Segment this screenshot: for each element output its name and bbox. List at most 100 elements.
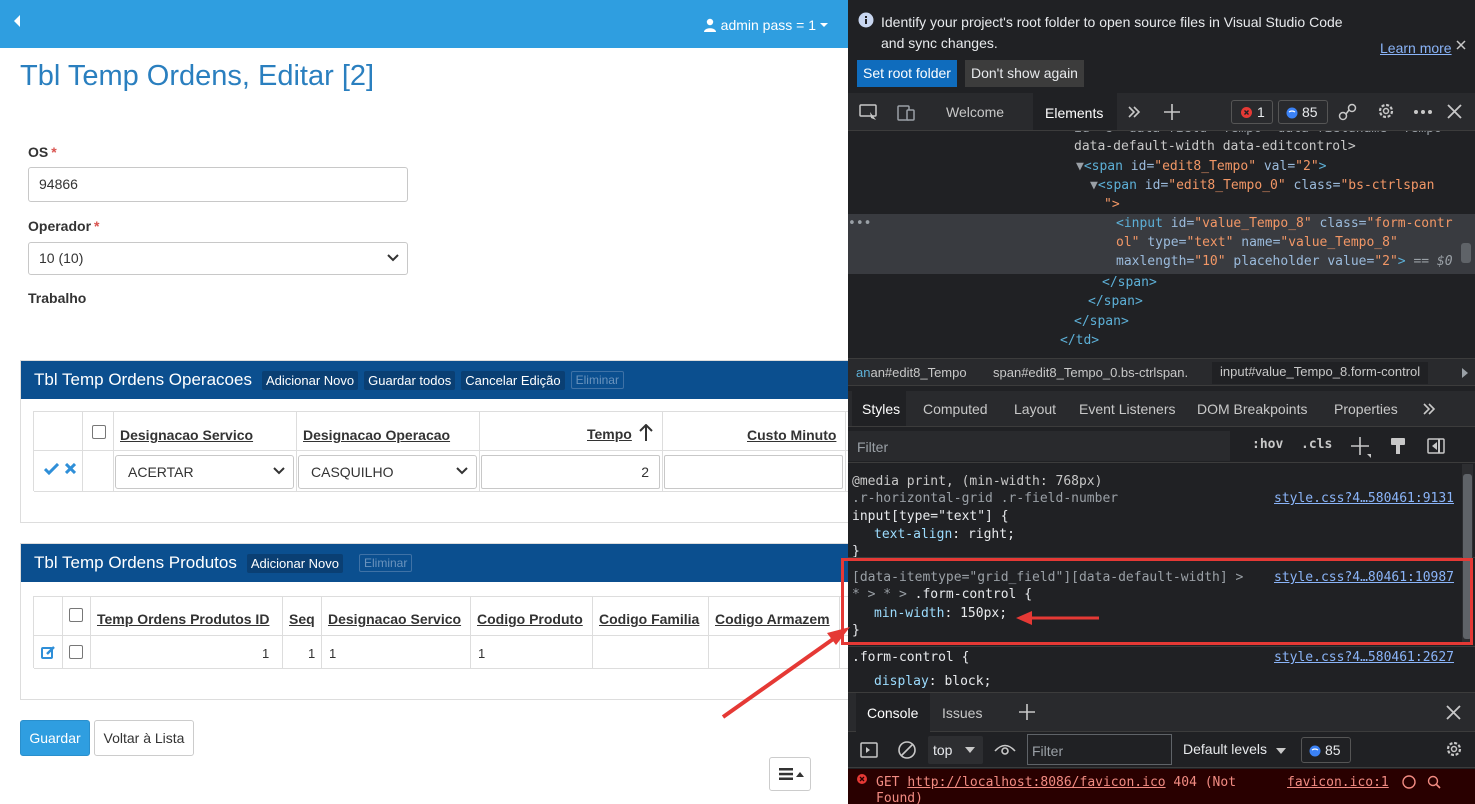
check-icon[interactable]: [44, 463, 59, 475]
tab-properties[interactable]: Properties: [1334, 401, 1398, 417]
col-designacao-servico[interactable]: Designacao Servico: [120, 427, 253, 443]
tab-console[interactable]: Console: [856, 693, 930, 732]
clear-console-icon[interactable]: [897, 740, 917, 760]
tab-styles[interactable]: Styles: [852, 391, 906, 426]
sidebar-toggle-icon[interactable]: [860, 742, 878, 758]
more-tabs-icon[interactable]: [1422, 402, 1436, 416]
rule-source-link[interactable]: style.css?4…80461:10987: [1274, 570, 1454, 585]
inspect-element-icon[interactable]: [859, 104, 879, 122]
edit-icon[interactable]: [41, 645, 56, 660]
dom-line[interactable]: data-default-width data-editcontrol>: [1074, 139, 1356, 154]
more-tabs-icon[interactable]: [1127, 105, 1141, 119]
select-all-checkbox[interactable]: [92, 425, 106, 439]
new-rule-icon[interactable]: [1350, 436, 1372, 458]
add-tab-icon[interactable]: [1163, 103, 1181, 121]
rule-declaration[interactable]: min-width: 150px;: [874, 606, 1007, 621]
custo-minuto-input[interactable]: [664, 455, 843, 489]
tab-event-listeners[interactable]: Event Listeners: [1079, 401, 1176, 417]
cancel-edit-button[interactable]: Cancelar Edição: [461, 370, 565, 390]
toggle-sidebar-icon[interactable]: [1427, 438, 1445, 454]
os-input[interactable]: 94866: [28, 167, 408, 202]
more-options-icon[interactable]: [1413, 109, 1433, 115]
connections-icon[interactable]: [1338, 102, 1358, 122]
rule-source-link[interactable]: style.css?4…580461:9131: [1274, 491, 1454, 506]
col-seq[interactable]: Seq: [289, 611, 315, 627]
menu-button[interactable]: [769, 757, 811, 791]
messages-badge[interactable]: 85: [1278, 100, 1328, 124]
console-messages-badge[interactable]: 85: [1301, 737, 1351, 763]
tab-computed[interactable]: Computed: [923, 401, 988, 417]
save-all-button[interactable]: Guardar todos: [364, 370, 456, 390]
col-custo-minuto[interactable]: Custo Minuto: [747, 427, 836, 443]
col-codigo-produto[interactable]: Codigo Produto: [477, 611, 583, 627]
tab-issues[interactable]: Issues: [942, 705, 982, 721]
rule-selector[interactable]: .form-control {: [852, 650, 969, 665]
breadcrumb-item-selected[interactable]: input#value_Tempo_8.form-control: [1212, 362, 1429, 384]
col-tempo[interactable]: Tempo: [587, 426, 632, 442]
cls-toggle[interactable]: .cls: [1301, 437, 1332, 452]
add-operacao-button[interactable]: Adicionar Novo: [261, 370, 359, 390]
back-to-list-button[interactable]: Voltar à Lista: [94, 720, 194, 756]
dom-line[interactable]: </td>: [1060, 333, 1099, 348]
set-root-folder-button[interactable]: Set root folder: [857, 60, 957, 87]
close-icon[interactable]: [1456, 40, 1466, 50]
rule-selector[interactable]: .r-horizontal-grid .r-field-number: [852, 491, 1118, 506]
col-prod-designacao-servico[interactable]: Designacao Servico: [328, 611, 461, 627]
device-toolbar-icon[interactable]: [897, 104, 917, 122]
servico-select[interactable]: ACERTAR: [115, 455, 294, 489]
hov-toggle[interactable]: :hov: [1252, 437, 1283, 452]
operacao-select[interactable]: CASQUILHO: [298, 455, 477, 489]
error-source-link[interactable]: favicon.ico:1: [1287, 775, 1389, 790]
dom-line-edit8-tempo-0[interactable]: ▼<span id="edit8_Tempo_0" class="bs-ctrl…: [1090, 178, 1434, 193]
back-arrow-icon[interactable]: [12, 14, 32, 34]
dom-line[interactable]: </span>: [1074, 314, 1129, 329]
rule-selector[interactable]: [data-itemtype="grid_field"][data-defaul…: [852, 570, 1243, 585]
close-icon[interactable]: [65, 463, 76, 474]
close-drawer-icon[interactable]: [1446, 705, 1461, 720]
dont-show-again-button[interactable]: Don't show again: [965, 60, 1084, 87]
add-produto-button[interactable]: Adicionar Novo: [246, 553, 343, 573]
breadcrumb-item[interactable]: span#edit8_Tempo_0.bs-ctrlspan.: [993, 365, 1188, 380]
save-button[interactable]: Guardar: [20, 720, 90, 756]
rule-source-link[interactable]: style.css?4…580461:2627: [1274, 650, 1454, 665]
dom-line[interactable]: </span>: [1102, 275, 1157, 290]
paint-icon[interactable]: [1390, 437, 1406, 455]
gear-icon[interactable]: [1376, 101, 1396, 121]
styles-filter-input[interactable]: Filter: [848, 431, 1230, 461]
col-codigo-armazem[interactable]: Codigo Armazem: [715, 611, 830, 627]
rule-selector[interactable]: * > * > .form-control {: [852, 587, 1032, 602]
col-produtos-id[interactable]: Temp Ordens Produtos ID: [97, 611, 269, 627]
errors-badge[interactable]: 1: [1231, 100, 1273, 124]
operador-select[interactable]: 10 (10): [28, 242, 408, 275]
context-select[interactable]: top: [928, 736, 983, 764]
tab-dom-breakpoints[interactable]: DOM Breakpoints: [1197, 401, 1307, 417]
selected-dom-node[interactable]: ••• <input id="value_Tempo_8" class="for…: [848, 214, 1475, 274]
tab-layout[interactable]: Layout: [1014, 401, 1056, 417]
gear-icon[interactable]: [1444, 739, 1464, 759]
row-checkbox[interactable]: [69, 645, 83, 659]
close-devtools-icon[interactable]: [1447, 104, 1462, 119]
tab-welcome[interactable]: Welcome: [946, 104, 1004, 120]
error-url-link[interactable]: http://localhost:8086/favicon.ico: [907, 775, 1165, 790]
learn-more-link[interactable]: Learn more: [1380, 40, 1452, 56]
tempo-input[interactable]: 2: [481, 455, 660, 489]
styles-scrollbar[interactable]: [1462, 464, 1473, 644]
console-filter-input[interactable]: Filter: [1027, 734, 1172, 765]
breadcrumb-item[interactable]: anan#edit8_Tempo: [856, 365, 967, 380]
dom-scrollbar[interactable]: [1461, 243, 1471, 263]
user-menu[interactable]: admin pass = 1: [703, 17, 828, 33]
info-circle-icon[interactable]: [1402, 775, 1416, 789]
col-designacao-operacao[interactable]: Designacao Operacao: [303, 427, 450, 443]
dom-line-edit8-tempo[interactable]: ▼<span id="edit8_Tempo" val="2">: [1076, 159, 1326, 174]
rule-declaration[interactable]: text-align: right;: [874, 527, 1015, 542]
chevron-right-icon[interactable]: [1461, 368, 1469, 378]
log-levels-select[interactable]: Default levels: [1183, 741, 1286, 757]
select-all-products-checkbox[interactable]: [69, 608, 83, 622]
search-icon[interactable]: [1427, 775, 1441, 789]
add-tab-icon[interactable]: [1018, 703, 1036, 721]
col-codigo-familia[interactable]: Codigo Familia: [599, 611, 699, 627]
rule-selector[interactable]: input[type="text"] {: [852, 509, 1009, 524]
rule-declaration[interactable]: display: block;: [874, 674, 991, 689]
eye-icon[interactable]: [994, 742, 1016, 756]
tab-elements[interactable]: Elements: [1033, 93, 1117, 130]
